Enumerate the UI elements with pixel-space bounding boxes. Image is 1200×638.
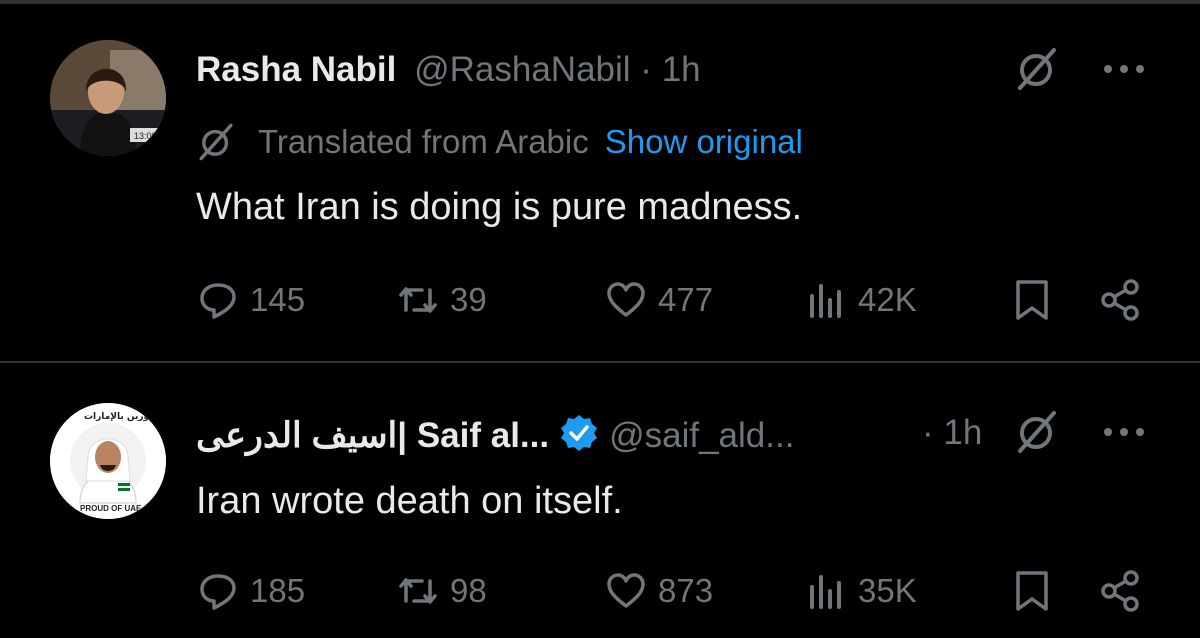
share-icon[interactable] bbox=[1100, 278, 1140, 322]
avatar-saif[interactable]: PROUD OF UAE فخورين بالإمارات bbox=[50, 403, 166, 519]
avatar-arabic-label: فخورين بالإمارات bbox=[84, 412, 162, 422]
view-count: 42K bbox=[858, 281, 917, 318]
tweet-text: What Iran is doing is pure madness. bbox=[196, 186, 803, 228]
repost-icon bbox=[399, 578, 437, 604]
tweet-text: Iran wrote death on itself. bbox=[196, 480, 623, 522]
show-original-link[interactable]: Show original bbox=[605, 123, 803, 161]
grok-icon[interactable] bbox=[1014, 46, 1060, 92]
tweet-2-time: · 1h bbox=[922, 413, 982, 453]
views-button[interactable]: 42K bbox=[806, 278, 917, 322]
bookmark-icon[interactable] bbox=[1012, 278, 1052, 322]
like-count: 873 bbox=[658, 572, 714, 609]
more-icon[interactable] bbox=[1102, 425, 1146, 439]
views-icon bbox=[810, 284, 841, 318]
verified-badge-icon bbox=[561, 415, 598, 451]
timestamp[interactable]: 1h bbox=[662, 50, 701, 89]
separator-dot: · bbox=[640, 50, 652, 89]
repost-count: 39 bbox=[450, 281, 487, 318]
like-count: 477 bbox=[658, 281, 714, 318]
translate-icon bbox=[199, 123, 233, 161]
separator-dot: · bbox=[922, 413, 934, 452]
bookmark-icon[interactable] bbox=[1012, 569, 1052, 613]
user-handle[interactable]: @saif_ald... bbox=[609, 416, 794, 455]
repost-icon bbox=[399, 287, 437, 313]
views-button[interactable]: 35K bbox=[806, 569, 917, 613]
like-button[interactable]: 873 bbox=[606, 569, 713, 613]
repost-count: 98 bbox=[450, 572, 487, 609]
reply-icon bbox=[200, 283, 236, 319]
like-icon bbox=[607, 573, 645, 608]
display-name[interactable]: Rasha Nabil bbox=[196, 50, 396, 89]
views-icon bbox=[810, 575, 841, 609]
reply-count: 145 bbox=[250, 281, 306, 318]
reply-button[interactable]: 145 bbox=[198, 278, 305, 322]
display-name[interactable]: اسيف الدرعى| Saif al... bbox=[196, 416, 549, 455]
user-handle[interactable]: @RashaNabil bbox=[414, 50, 630, 89]
reply-count: 185 bbox=[250, 572, 306, 609]
avatar-time-label: 13:00 bbox=[134, 131, 157, 141]
grok-icon[interactable] bbox=[1014, 409, 1060, 455]
like-button[interactable]: 477 bbox=[606, 278, 713, 322]
translation-notice: Translated from Arabic Show original bbox=[196, 122, 803, 162]
more-icon[interactable] bbox=[1102, 62, 1146, 76]
repost-button[interactable]: 39 bbox=[398, 278, 487, 322]
tweet-1-header: Rasha Nabil @RashaNabil · 1h bbox=[196, 50, 701, 90]
reply-button[interactable]: 185 bbox=[198, 569, 305, 613]
repost-button[interactable]: 98 bbox=[398, 569, 487, 613]
reply-icon bbox=[200, 574, 236, 610]
tweet-2-header: اسيف الدرعى| Saif al... @saif_ald... bbox=[196, 413, 794, 456]
tweet-1[interactable]: 13:00 Rasha Nabil @RashaNabil · 1h Trans… bbox=[0, 0, 1200, 361]
tweet-2-actions: 185 98 873 35K bbox=[0, 569, 1200, 613]
share-icon[interactable] bbox=[1100, 569, 1140, 613]
avatar-rasha[interactable]: 13:00 bbox=[50, 40, 166, 156]
tweet-2[interactable]: PROUD OF UAE فخورين بالإمارات اسيف الدرع… bbox=[0, 363, 1200, 638]
timestamp[interactable]: 1h bbox=[943, 413, 982, 452]
tweet-1-actions: 145 39 477 42K bbox=[0, 278, 1200, 322]
view-count: 35K bbox=[858, 572, 917, 609]
translated-label: Translated from Arabic bbox=[258, 123, 589, 160]
avatar-badge-label: PROUD OF UAE bbox=[80, 504, 142, 513]
like-icon bbox=[607, 282, 645, 317]
